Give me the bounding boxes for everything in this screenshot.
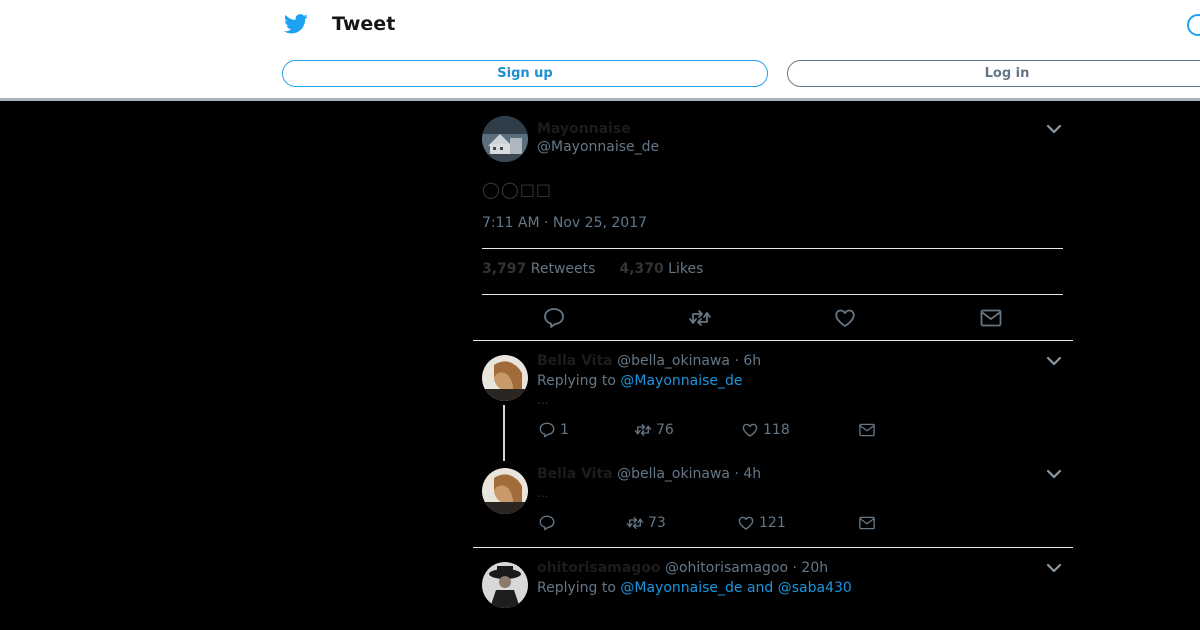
dm-action[interactable] — [858, 514, 876, 532]
reply-icon[interactable] — [541, 306, 567, 330]
reply-icon — [538, 421, 556, 439]
sign-up-button[interactable]: Sign up — [282, 60, 768, 87]
reply-icon — [538, 514, 556, 532]
avatar[interactable] — [482, 116, 528, 162]
reply-action[interactable]: 1 — [538, 421, 569, 439]
reply-author-handle[interactable]: @bella_okinawa — [617, 466, 730, 482]
likes-label: Likes — [668, 261, 704, 277]
reply-author-handle[interactable]: @ohitorisamagoo — [665, 560, 788, 576]
reply-author-name[interactable]: Bella Vita — [537, 353, 613, 369]
heart-icon — [737, 514, 755, 532]
replying-prefix: Replying to — [537, 580, 616, 596]
tweet-author-name[interactable]: Mayonnaise — [537, 121, 631, 137]
envelope-icon — [858, 514, 876, 532]
reply-time[interactable]: · 4h — [734, 466, 761, 482]
envelope-icon — [858, 421, 876, 439]
like-count: 118 — [763, 422, 790, 438]
avatar[interactable] — [482, 355, 528, 401]
retweet-icon — [626, 514, 644, 532]
like-action[interactable]: 118 — [741, 421, 790, 439]
heart-icon — [741, 421, 759, 439]
likes-count: 4,370 — [619, 261, 664, 277]
reply-count: 1 — [560, 422, 569, 438]
chevron-down-icon[interactable] — [1046, 356, 1062, 366]
dm-action[interactable] — [858, 421, 876, 439]
tweet-stats: 3,797 Retweets 4,370 Likes — [482, 261, 703, 277]
retweets-count: 3,797 — [482, 261, 527, 277]
reply-text: ... — [537, 393, 549, 407]
like-action[interactable]: 121 — [737, 514, 786, 532]
header-divider — [0, 98, 1200, 101]
reply-action[interactable] — [538, 514, 560, 532]
reply-header: ohitorisamagoo @ohitorisamagoo · 20h — [537, 560, 828, 576]
replying-to-link[interactable]: @Mayonnaise_de and @saba430 — [620, 580, 851, 596]
chevron-down-icon[interactable] — [1046, 124, 1062, 134]
page-title: Tweet — [332, 13, 396, 35]
thread-connector — [503, 405, 505, 461]
reply-header: Bella Vita @bella_okinawa · 4h — [537, 466, 761, 482]
reply-author-handle[interactable]: @bella_okinawa — [617, 353, 730, 369]
chevron-down-icon[interactable] — [1046, 469, 1062, 479]
chevron-down-icon[interactable] — [1046, 563, 1062, 573]
log-in-button[interactable]: Log in — [787, 60, 1200, 87]
retweet-icon[interactable] — [687, 306, 713, 330]
reply-author-name[interactable]: Bella Vita — [537, 466, 613, 482]
replying-to-link[interactable]: @Mayonnaise_de — [620, 373, 742, 389]
replying-to: Replying to @Mayonnaise_de and @saba430 — [537, 580, 852, 596]
replying-to: Replying to @Mayonnaise_de — [537, 373, 743, 389]
heart-icon[interactable] — [832, 306, 858, 330]
reply-header: Bella Vita @bella_okinawa · 6h — [537, 353, 761, 369]
twitter-bird-icon[interactable] — [284, 13, 308, 35]
avatar[interactable] — [482, 468, 528, 514]
likes-stat[interactable]: 4,370 Likes — [619, 261, 703, 277]
envelope-icon[interactable] — [978, 306, 1004, 330]
retweets-label: Retweets — [530, 261, 596, 277]
replying-prefix: Replying to — [537, 373, 616, 389]
retweets-stat[interactable]: 3,797 Retweets — [482, 261, 595, 277]
reply-author-name[interactable]: ohitorisamagoo — [537, 560, 660, 576]
retweet-count: 73 — [648, 515, 666, 531]
tweet-author-handle[interactable]: @Mayonnaise_de — [537, 139, 659, 155]
tweet-text: ◯◯□□ — [482, 180, 553, 199]
retweet-action[interactable]: 76 — [634, 421, 674, 439]
divider — [473, 340, 1073, 341]
retweet-count: 76 — [656, 422, 674, 438]
reply-time[interactable]: · 20h — [793, 560, 829, 576]
retweet-icon — [634, 421, 652, 439]
search-icon[interactable] — [1187, 14, 1200, 36]
reply-time[interactable]: · 6h — [734, 353, 761, 369]
divider — [482, 248, 1063, 249]
avatar[interactable] — [482, 562, 528, 608]
divider — [482, 294, 1063, 295]
retweet-action[interactable]: 73 — [626, 514, 666, 532]
top-bar: Tweet Sign up Log in — [0, 0, 1200, 98]
reply-text: ... — [537, 486, 549, 500]
like-count: 121 — [759, 515, 786, 531]
divider — [473, 547, 1073, 548]
tweet-timestamp[interactable]: 7:11 AM · Nov 25, 2017 — [482, 215, 647, 231]
